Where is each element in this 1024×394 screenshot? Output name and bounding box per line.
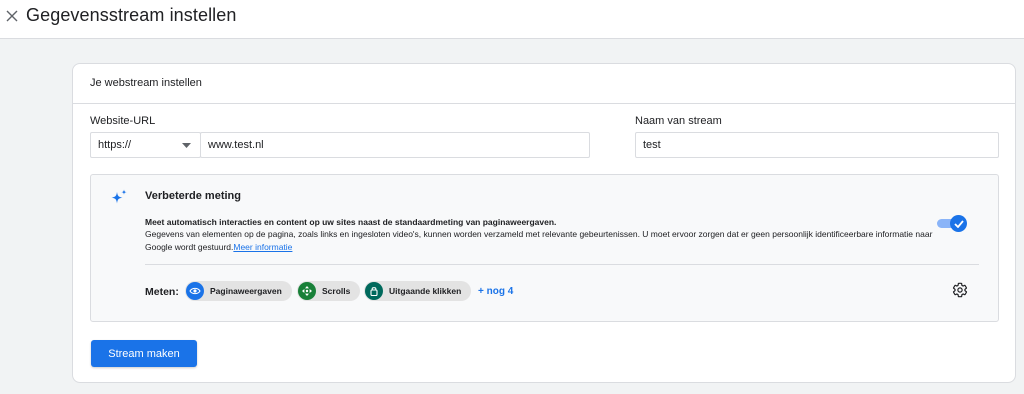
stream-name-label: Naam van stream <box>635 115 722 127</box>
protocol-select[interactable]: https:// <box>90 132 201 158</box>
website-url-label: Website-URL <box>90 115 156 127</box>
enhanced-measurement-toggle[interactable] <box>937 215 967 232</box>
chip-outbound-clicks[interactable]: Uitgaande klikken <box>364 281 472 301</box>
toggle-knob <box>950 215 967 232</box>
scroll-icon <box>298 282 316 300</box>
chip-label: Paginaweergaven <box>210 286 282 296</box>
card-title: Je webstream instellen <box>90 77 202 89</box>
enhanced-measurement-description: Gegevens van elementen op de pagina, zoa… <box>145 228 945 254</box>
chip-label: Uitgaande klikken <box>389 286 462 296</box>
metrics-label: Meten: <box>145 286 179 298</box>
lock-icon <box>365 282 383 300</box>
website-url-value: www.test.nl <box>208 139 264 151</box>
protocol-value: https:// <box>98 139 132 151</box>
enhanced-measurement-title: Verbeterde meting <box>145 190 241 202</box>
card-header: Je webstream instellen <box>73 64 1015 104</box>
page-title: Gegevensstream instellen <box>26 5 237 25</box>
gear-icon[interactable] <box>952 282 968 298</box>
sparkle-icon <box>111 189 127 204</box>
stream-name-value: test <box>643 139 661 151</box>
eye-icon <box>186 282 204 300</box>
chip-scrolls[interactable]: Scrolls <box>297 281 361 301</box>
learn-more-link[interactable]: Meer informatie <box>233 242 292 252</box>
enhanced-measurement-panel: Verbeterde meting Meet automatisch inter… <box>90 174 999 322</box>
close-icon[interactable] <box>2 6 22 26</box>
website-url-input[interactable]: www.test.nl <box>200 132 590 158</box>
divider <box>145 264 979 265</box>
chip-pageviews[interactable]: Paginaweergaven <box>185 281 292 301</box>
create-stream-button[interactable]: Stream maken <box>91 340 197 367</box>
stream-name-input[interactable]: test <box>635 132 999 158</box>
chip-label: Scrolls <box>322 286 351 296</box>
more-metrics-link[interactable]: + nog 4 <box>478 286 513 297</box>
chevron-down-icon <box>182 143 191 148</box>
top-bar: Gegevensstream instellen <box>0 0 1024 39</box>
check-icon <box>953 219 964 228</box>
webstream-card: Je webstream instellen Website-URL https… <box>72 63 1016 383</box>
